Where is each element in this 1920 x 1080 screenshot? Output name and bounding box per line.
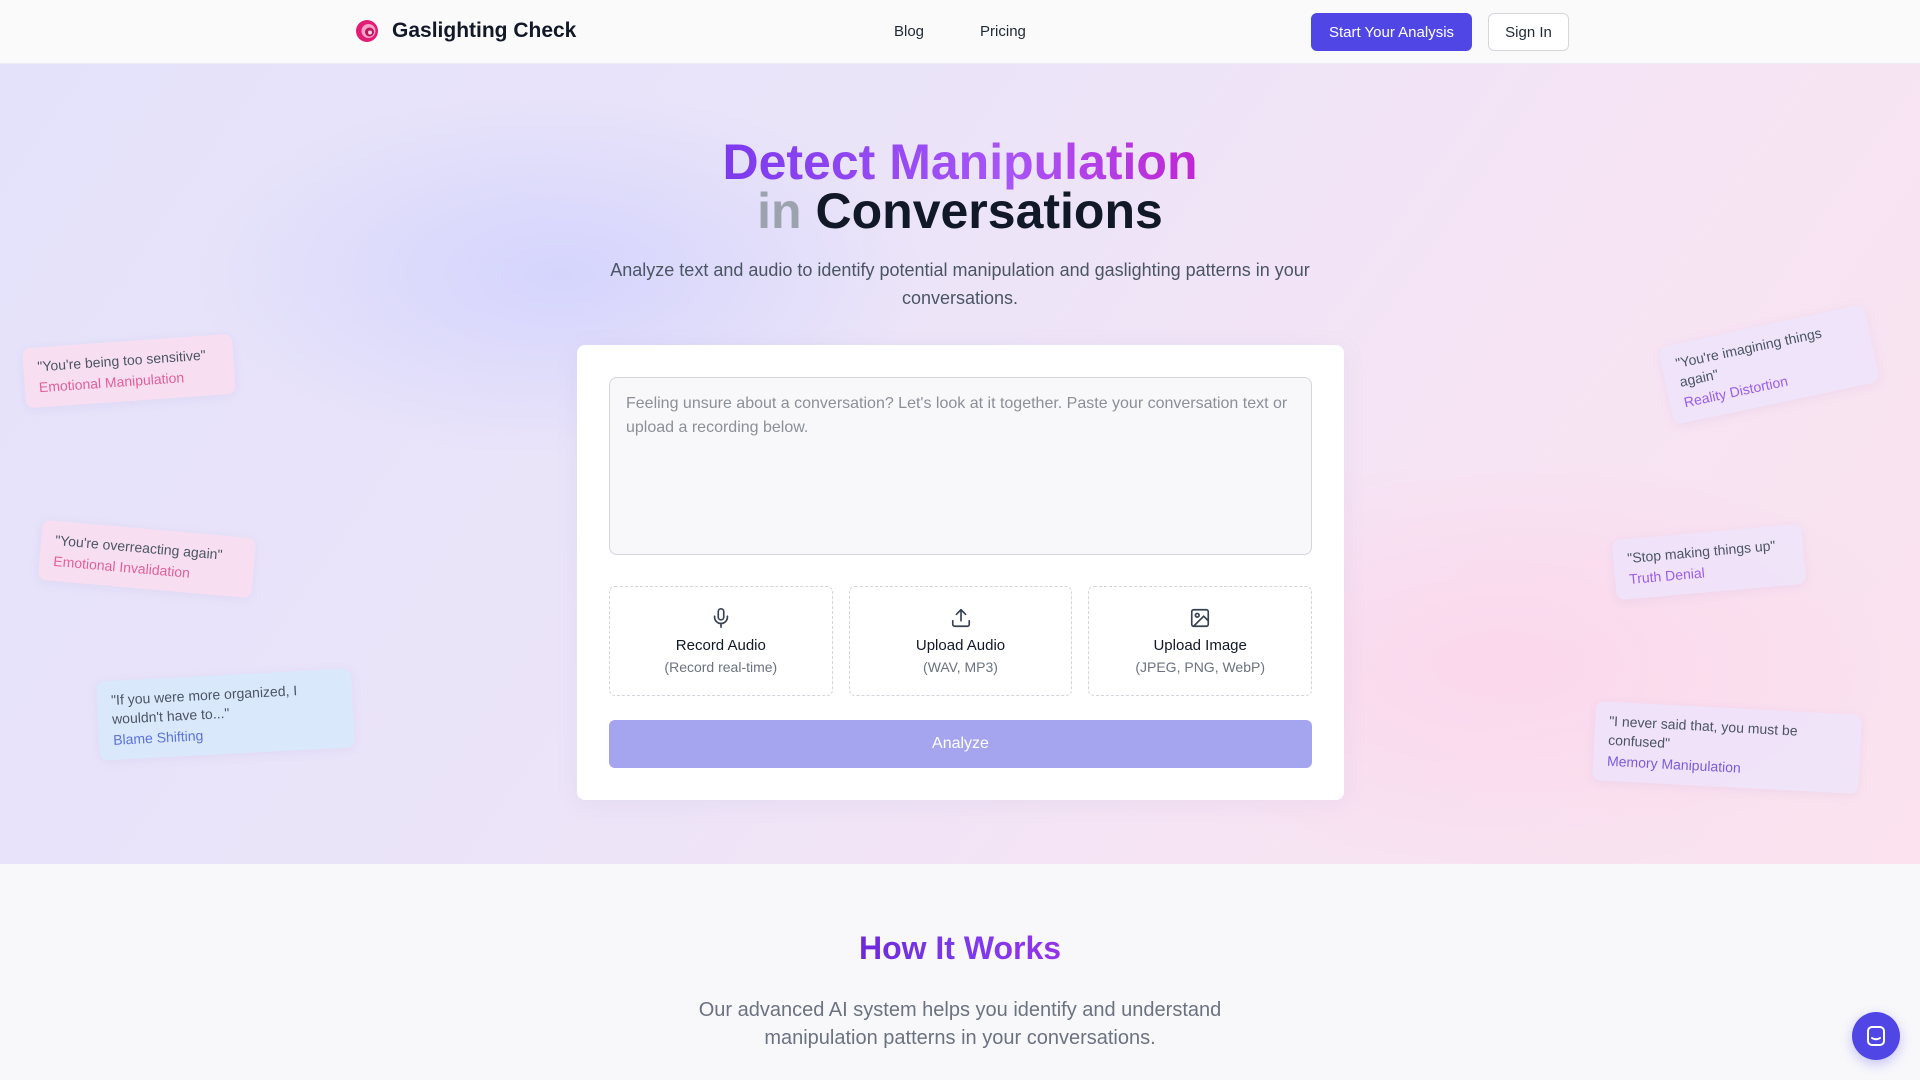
site-header: Gaslighting Check Blog Pricing Start You…: [0, 0, 1920, 64]
nav-pricing[interactable]: Pricing: [980, 23, 1026, 40]
hero-subtitle: Analyze text and audio to identify poten…: [610, 260, 1310, 308]
hero-section: Detect Manipulation in Conversations Ana…: [0, 64, 1920, 864]
quote-card: "Stop making things up" Truth Denial: [1611, 523, 1807, 601]
upload-audio-option[interactable]: Upload Audio (WAV, MP3): [848, 586, 1073, 696]
quote-card: "You're overreacting again" Emotional In…: [37, 519, 257, 599]
quote-card: "You're imagining things again" Reality …: [1658, 304, 1880, 425]
conversation-input[interactable]: [609, 377, 1312, 555]
hero-title: Detect Manipulation in Conversations: [0, 137, 1920, 239]
title-word-conversations: Conversations: [815, 183, 1163, 239]
sign-in-button[interactable]: Sign In: [1488, 13, 1569, 51]
start-analysis-button[interactable]: Start Your Analysis: [1311, 13, 1472, 51]
nav-blog[interactable]: Blog: [894, 23, 924, 40]
quote-card: "If you were more organized, I wouldn't …: [96, 668, 355, 761]
option-label: Upload Audio: [915, 637, 1006, 654]
option-sub: (Record real-time): [664, 659, 778, 675]
option-sub: (WAV, MP3): [923, 659, 998, 675]
analysis-card: Record Audio (Record real-time) Upload A…: [577, 345, 1344, 800]
microphone-icon: [713, 608, 729, 628]
analyze-button[interactable]: Analyze: [609, 720, 1312, 768]
how-subtitle: Our advanced AI system helps you identif…: [698, 999, 1222, 1049]
option-sub: (JPEG, PNG, WebP): [1135, 659, 1266, 675]
main-nav: Blog Pricing: [894, 23, 1026, 40]
record-audio-option[interactable]: Record Audio (Record real-time): [609, 586, 833, 696]
title-word-in: in: [757, 183, 802, 239]
option-label: Upload Image: [1153, 637, 1247, 654]
input-options: Record Audio (Record real-time) Upload A…: [609, 586, 1313, 696]
image-icon: [1191, 608, 1210, 628]
logo-icon: [354, 18, 380, 44]
quote-card: "I never said that, you must be confused…: [1592, 701, 1862, 794]
logo[interactable]: Gaslighting Check: [354, 18, 576, 44]
chat-icon: [1867, 1026, 1885, 1046]
upload-icon: [951, 608, 970, 628]
chat-widget-button[interactable]: [1852, 1012, 1900, 1060]
option-label: Record Audio: [675, 637, 766, 654]
how-title: How It Works: [0, 930, 1920, 967]
title-line-1: Detect Manipulation: [722, 134, 1198, 190]
how-title-text: How It Works: [858, 930, 1062, 966]
brand-name: Gaslighting Check: [392, 19, 577, 42]
how-it-works-section: How It Works Our advanced AI system help…: [0, 864, 1920, 1080]
upload-image-option[interactable]: Upload Image (JPEG, PNG, WebP): [1088, 586, 1313, 696]
quote-card: "You're being too sensitive" Emotional M…: [22, 333, 236, 409]
